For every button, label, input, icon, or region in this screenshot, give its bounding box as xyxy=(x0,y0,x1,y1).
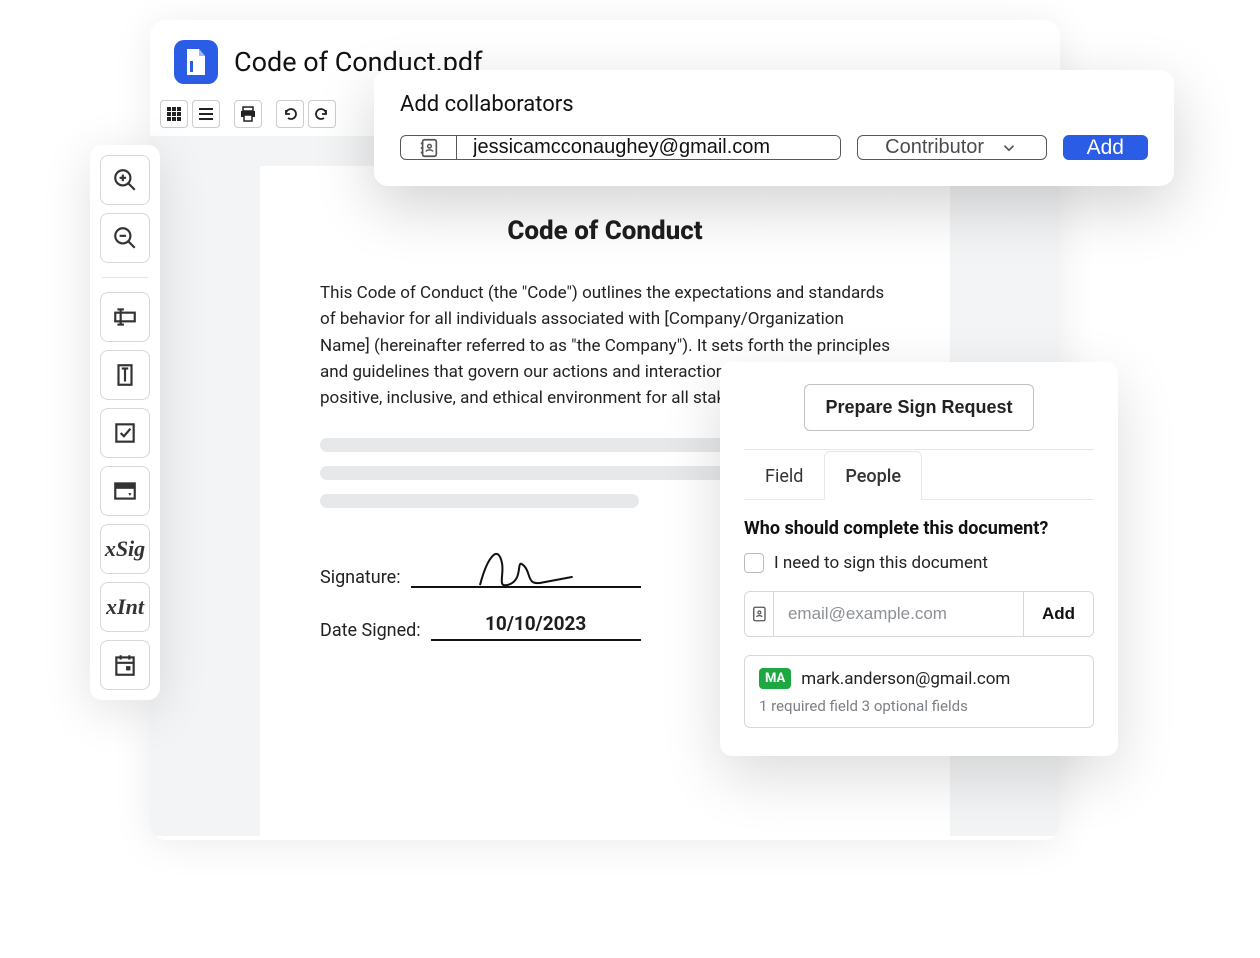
list-icon xyxy=(198,106,214,122)
zoom-out-button[interactable] xyxy=(100,213,150,263)
date-signed-value[interactable]: 10/10/2023 xyxy=(431,612,641,641)
zoom-out-icon xyxy=(112,225,138,251)
grid-view-button[interactable] xyxy=(160,100,188,128)
date-tool[interactable] xyxy=(100,640,150,690)
signature-label: Signature: xyxy=(320,567,401,588)
checkbox-icon xyxy=(112,420,138,446)
grid-icon xyxy=(166,106,182,122)
undo-button[interactable] xyxy=(276,100,304,128)
initials-tool[interactable]: xInt xyxy=(100,582,150,632)
self-sign-label: I need to sign this document xyxy=(774,553,988,573)
text-field-icon xyxy=(112,304,138,330)
add-collaborators-popover: Add collaborators Contributor Add xyxy=(374,70,1174,186)
chevron-down-icon xyxy=(1000,139,1018,157)
app-logo xyxy=(174,40,218,84)
dropdown-tool[interactable] xyxy=(100,466,150,516)
signer-fields-summary: 1 required field 3 optional fields xyxy=(759,697,1079,715)
undo-icon xyxy=(282,106,298,122)
signer-email-value: mark.anderson@gmail.com xyxy=(801,669,1010,689)
collaborator-role-select[interactable]: Contributor xyxy=(857,135,1047,160)
print-button[interactable] xyxy=(234,100,262,128)
printer-icon xyxy=(240,106,256,122)
collaborator-input-group xyxy=(400,135,841,160)
self-sign-row: I need to sign this document xyxy=(744,553,1094,573)
sign-panel-tabs: Field People xyxy=(744,450,1094,500)
tab-field[interactable]: Field xyxy=(744,451,824,500)
signature-tool-label: xSig xyxy=(105,536,145,562)
redo-button[interactable] xyxy=(308,100,336,128)
role-select-value: Contributor xyxy=(885,136,984,159)
add-collaborators-title: Add collaborators xyxy=(400,92,1148,117)
address-book-icon xyxy=(418,137,440,159)
tab-people[interactable]: People xyxy=(824,451,922,500)
add-collaborator-button[interactable]: Add xyxy=(1063,135,1148,160)
date-signed-label: Date Signed: xyxy=(320,620,421,641)
contact-icon-box[interactable] xyxy=(401,136,457,159)
signer-email-input[interactable] xyxy=(774,592,1023,636)
redo-icon xyxy=(314,106,330,122)
checkbox-tool[interactable] xyxy=(100,408,150,458)
text-area-icon xyxy=(112,362,138,388)
dropdown-icon xyxy=(112,478,138,504)
outline-view-button[interactable] xyxy=(192,100,220,128)
self-sign-checkbox[interactable] xyxy=(744,553,764,573)
signer-card[interactable]: MA mark.anderson@gmail.com 1 required fi… xyxy=(744,655,1094,728)
sign-request-panel: Prepare Sign Request Field People Who sh… xyxy=(720,362,1118,756)
signature-scribble-icon xyxy=(471,538,581,594)
text-field-tool[interactable] xyxy=(100,292,150,342)
zoom-in-icon xyxy=(112,167,138,193)
signer-contact-icon-box[interactable] xyxy=(745,592,774,636)
placeholder-line xyxy=(320,494,639,508)
palette-separator xyxy=(102,277,148,278)
document-logo-icon xyxy=(184,47,208,77)
address-book-icon xyxy=(750,605,768,623)
signer-add-button[interactable]: Add xyxy=(1023,592,1093,636)
prepare-sign-request-button[interactable]: Prepare Sign Request xyxy=(804,384,1033,431)
initials-tool-label: xInt xyxy=(106,594,144,620)
calendar-icon xyxy=(112,652,138,678)
signature-line[interactable] xyxy=(411,548,641,588)
collaborator-email-input[interactable] xyxy=(457,136,840,159)
signature-tool[interactable]: xSig xyxy=(100,524,150,574)
zoom-in-button[interactable] xyxy=(100,155,150,205)
signer-email-input-group: Add xyxy=(744,591,1094,637)
text-area-tool[interactable] xyxy=(100,350,150,400)
page-heading: Code of Conduct xyxy=(320,216,890,246)
signer-initials-badge: MA xyxy=(759,668,791,689)
who-should-complete-title: Who should complete this document? xyxy=(744,518,1094,539)
field-tool-palette: xSig xInt xyxy=(90,145,160,700)
